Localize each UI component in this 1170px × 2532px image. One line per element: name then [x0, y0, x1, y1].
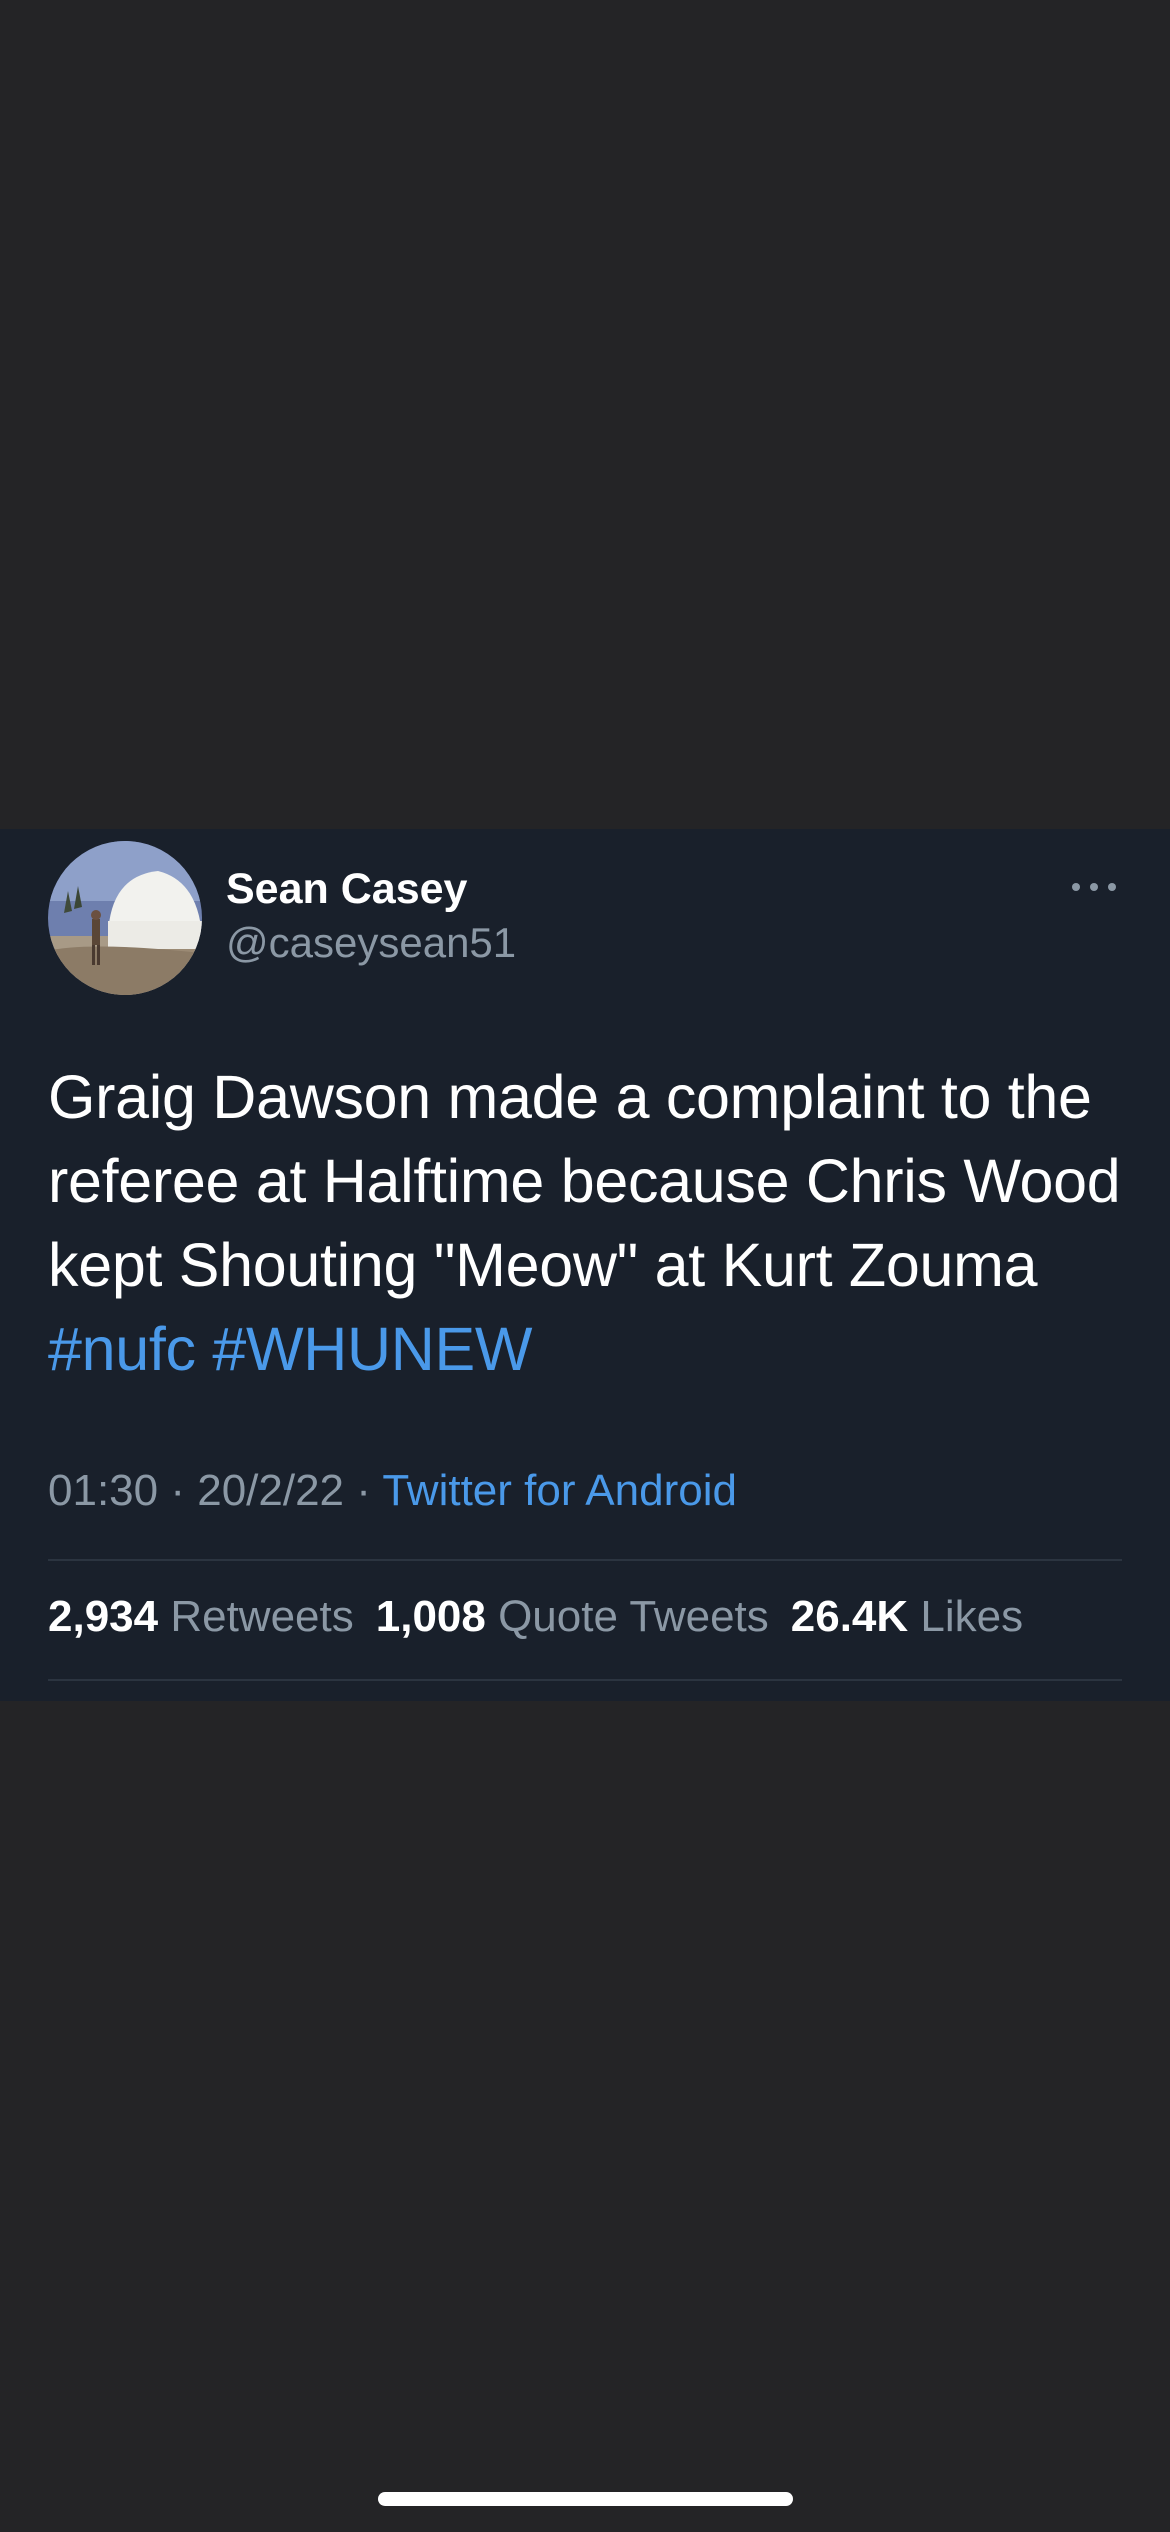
hashtag-space: [196, 1315, 213, 1383]
avatar[interactable]: [48, 841, 202, 995]
likes-stat[interactable]: 26.4K Likes: [791, 1589, 1023, 1645]
tweet-text: Graig Dawson made a complaint to the ref…: [48, 1055, 1138, 1391]
home-indicator[interactable]: [378, 2492, 793, 2506]
tweet-card: Sean Casey @caseysean51 Graig Dawson mad…: [0, 829, 1170, 1701]
divider: [48, 1559, 1122, 1561]
likes-count: 26.4K: [790, 1592, 909, 1641]
hashtag-link[interactable]: #nufc: [48, 1315, 196, 1383]
more-options-icon[interactable]: [1068, 871, 1120, 903]
author-handle[interactable]: @caseysean51: [226, 918, 516, 968]
retweets-stat[interactable]: 2,934 Retweets: [48, 1589, 354, 1645]
meta-separator: ·: [158, 1466, 198, 1515]
tweet-meta: 01:30 · 20/2/22 · Twitter for Android: [48, 1463, 737, 1519]
tweet-body-text: Graig Dawson made a complaint to the ref…: [48, 1063, 1121, 1299]
quote-tweets-label: Quote Tweets: [485, 1592, 769, 1641]
tweet-stats: 2,934 Retweets 1,008 Quote Tweets 26.4K Li…: [48, 1589, 1045, 1645]
retweets-label: Retweets: [158, 1592, 354, 1641]
meta-separator: ·: [344, 1466, 383, 1515]
quote-tweets-count: 1,008: [375, 1592, 486, 1641]
author-display-name[interactable]: Sean Casey: [226, 864, 467, 914]
divider: [48, 1679, 1122, 1681]
more-dot: [1090, 883, 1098, 891]
tweet-time: 01:30: [48, 1466, 159, 1515]
avatar-photo: [48, 841, 202, 995]
more-dot: [1072, 883, 1080, 891]
quote-tweets-stat[interactable]: 1,008 Quote Tweets: [376, 1589, 769, 1645]
retweets-count: 2,934: [48, 1592, 159, 1641]
tweet-date: 20/2/22: [197, 1466, 345, 1515]
hashtag-link[interactable]: #WHUNEW: [212, 1315, 532, 1383]
tweet-source-link[interactable]: Twitter for Android: [382, 1466, 737, 1515]
more-dot: [1108, 883, 1116, 891]
likes-label: Likes: [908, 1592, 1024, 1641]
